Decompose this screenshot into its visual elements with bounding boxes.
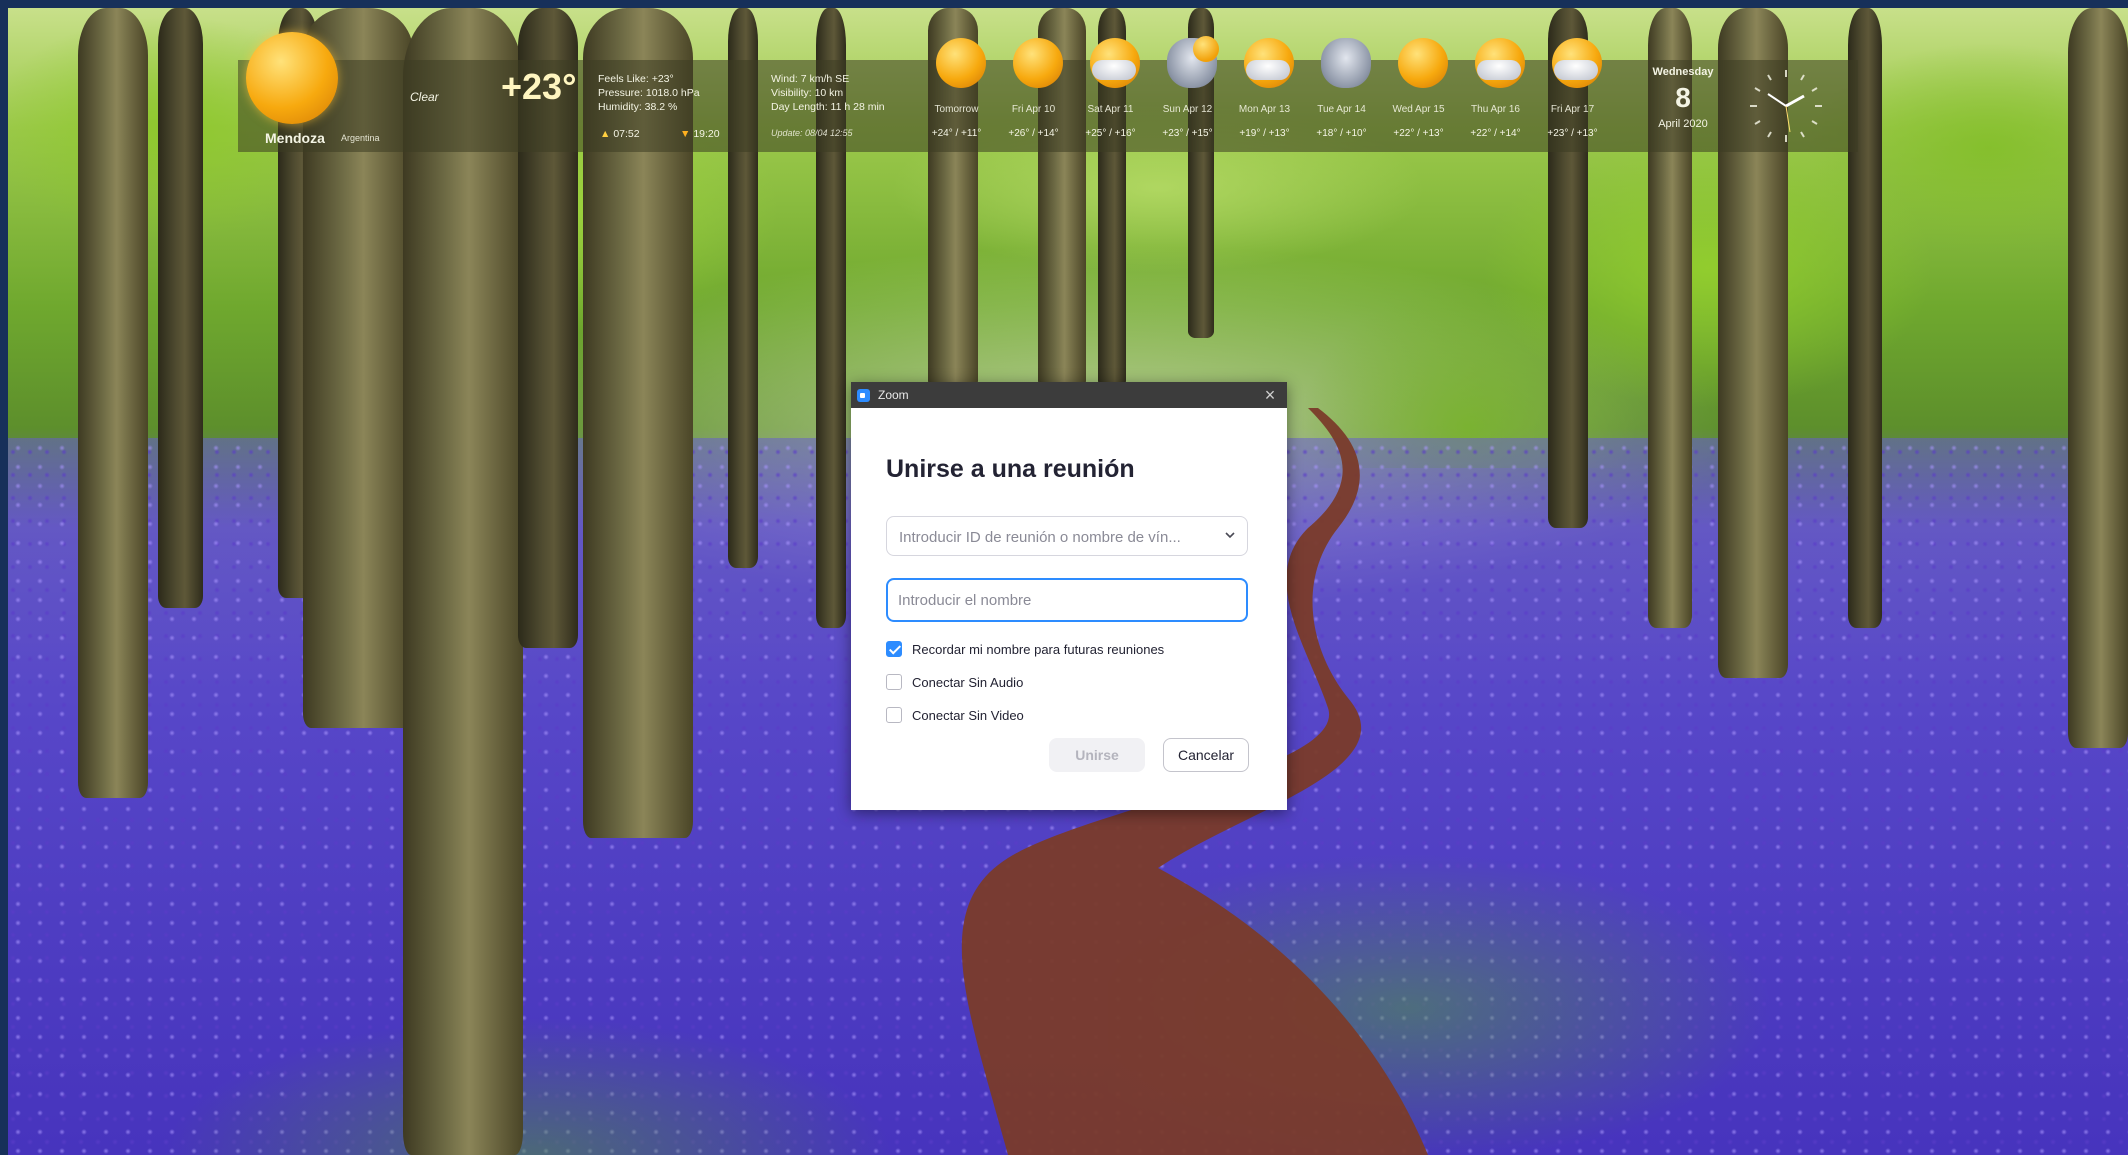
sun-icon (1013, 38, 1063, 88)
cancel-button[interactable]: Cancelar (1163, 738, 1249, 772)
forecast-day-name: Tomorrow (934, 104, 979, 115)
weather-day-length: Day Length: 11 h 28 min (771, 101, 885, 113)
clock-icon (1750, 70, 1822, 142)
partly-cloudy-icon (1475, 38, 1525, 88)
sun-icon (246, 32, 338, 124)
tree-trunk (403, 8, 523, 1155)
dialog-titlebar[interactable]: Zoom × (851, 382, 1287, 408)
partly-cloudy-icon (1244, 38, 1294, 88)
close-icon: × (1264, 385, 1276, 405)
forecast-day: Fri Apr 17 +23° / +13° (1534, 38, 1611, 152)
weather-wind: Wind: 7 km/h SE (771, 73, 850, 85)
zoom-app-icon (857, 389, 870, 402)
weather-sunset: ▼ 19:20 (680, 128, 720, 140)
no-video-label: Conectar Sin Video (912, 708, 1024, 723)
weather-wind-block: Wind: 7 km/h SE Visibility: 10 km Day Le… (771, 72, 885, 114)
sun-icon (936, 38, 986, 88)
weather-temperature: +23° (501, 66, 577, 107)
weather-city: Mendoza (265, 130, 325, 146)
zoom-join-dialog: Zoom × Unirse a una reunión Introducir I… (851, 382, 1287, 810)
tree-trunk (2068, 8, 2128, 748)
sunrise-icon: ▲ (600, 128, 611, 140)
forecast-temp-range: +22° / +13° (1393, 128, 1444, 139)
weather-pressure: Pressure: 1018.0 hPa (598, 87, 700, 99)
forecast-day: Wed Apr 15 +22° / +13° (1380, 38, 1457, 152)
checkbox-unchecked-icon[interactable] (886, 707, 902, 723)
tree-trunk (158, 8, 203, 608)
partly-cloudy-icon (1090, 38, 1140, 88)
weather-feels-like: Feels Like: +23° (598, 73, 674, 85)
remember-name-label: Recordar mi nombre para futuras reunione… (912, 642, 1165, 657)
no-audio-label: Conectar Sin Audio (912, 675, 1024, 690)
chevron-down-icon[interactable] (1225, 530, 1235, 540)
forecast-day-name: Tue Apr 14 (1317, 104, 1366, 115)
forecast-day: Sat Apr 11 +25° / +16° (1072, 38, 1149, 152)
checkbox-checked-icon[interactable] (886, 641, 902, 657)
forecast-temp-range: +18° / +10° (1316, 128, 1367, 139)
weather-condition: Clear (410, 90, 439, 104)
weather-visibility: Visibility: 10 km (771, 87, 844, 99)
sun-icon (1398, 38, 1448, 88)
forecast-day-name: Fri Apr 10 (1011, 104, 1056, 115)
sunset-icon: ▼ (680, 128, 691, 140)
name-input[interactable] (886, 578, 1248, 622)
forecast-temp-range: +25° / +16° (1085, 128, 1136, 139)
forecast-day: Tomorrow +24° / +11° (918, 38, 995, 152)
forecast-day-name: Mon Apr 13 (1238, 104, 1291, 115)
sunrise-time: 07:52 (613, 128, 640, 140)
forecast-day: Fri Apr 10 +26° / +14° (995, 38, 1072, 152)
partly-cloudy-icon (1552, 38, 1602, 88)
forecast-temp-range: +24° / +11° (931, 128, 982, 139)
weather-country: Argentina (341, 133, 380, 143)
forecast-temp-range: +26° / +14° (1008, 128, 1059, 139)
forecast-temp-range: +23° / +15° (1162, 128, 1213, 139)
meeting-id-dropdown[interactable]: Introducir ID de reunión o nombre de vín… (886, 516, 1248, 556)
weather-widget: Mendoza Argentina Clear +23° Feels Like:… (238, 32, 1858, 152)
forecast-temp-range: +23° / +13° (1547, 128, 1598, 139)
weather-humidity: Humidity: 38.2 % (598, 101, 678, 113)
forecast-day-name: Fri Apr 17 (1550, 104, 1595, 115)
date-day: 8 (1675, 82, 1691, 113)
cloudy-sun-icon (1167, 36, 1219, 88)
meeting-id-placeholder: Introducir ID de reunión o nombre de vín… (899, 529, 1181, 546)
forecast-day: Thu Apr 16 +22° / +14° (1457, 38, 1534, 152)
forecast-day: Tue Apr 14 +18° / +10° (1303, 38, 1380, 152)
dialog-title: Zoom (878, 388, 909, 402)
forecast-day-name: Sat Apr 11 (1087, 104, 1134, 115)
dialog-heading: Unirse a una reunión (886, 455, 1135, 483)
tree-trunk (78, 8, 148, 798)
weather-sunrise: ▲ 07:52 (600, 128, 640, 140)
forecast-temp-range: +19° / +13° (1239, 128, 1290, 139)
forecast-day-name: Thu Apr 16 (1471, 104, 1520, 115)
forecast-day-name: Wed Apr 15 (1392, 104, 1445, 115)
date-block: Wednesday 8 April 2020 (1628, 66, 1738, 130)
cloud-icon (1321, 38, 1371, 88)
forecast-day-name: Sun Apr 12 (1162, 104, 1213, 115)
checkbox-unchecked-icon[interactable] (886, 674, 902, 690)
close-button[interactable]: × (1259, 384, 1281, 406)
date-weekday: Wednesday (1652, 66, 1714, 78)
weather-details: Feels Like: +23° Pressure: 1018.0 hPa Hu… (598, 72, 700, 114)
weather-forecast: Tomorrow +24° / +11° Fri Apr 10 +26° / +… (918, 36, 1611, 152)
sunset-time: 19:20 (693, 128, 720, 140)
forecast-temp-range: +22° / +14° (1470, 128, 1521, 139)
forecast-day: Sun Apr 12 +23° / +15° (1149, 36, 1226, 152)
forecast-day: Mon Apr 13 +19° / +13° (1226, 38, 1303, 152)
weather-updated: Update: 08/04 12:55 (771, 128, 853, 138)
date-month-year: April 2020 (1658, 118, 1708, 130)
join-button[interactable]: Unirse (1049, 738, 1145, 772)
